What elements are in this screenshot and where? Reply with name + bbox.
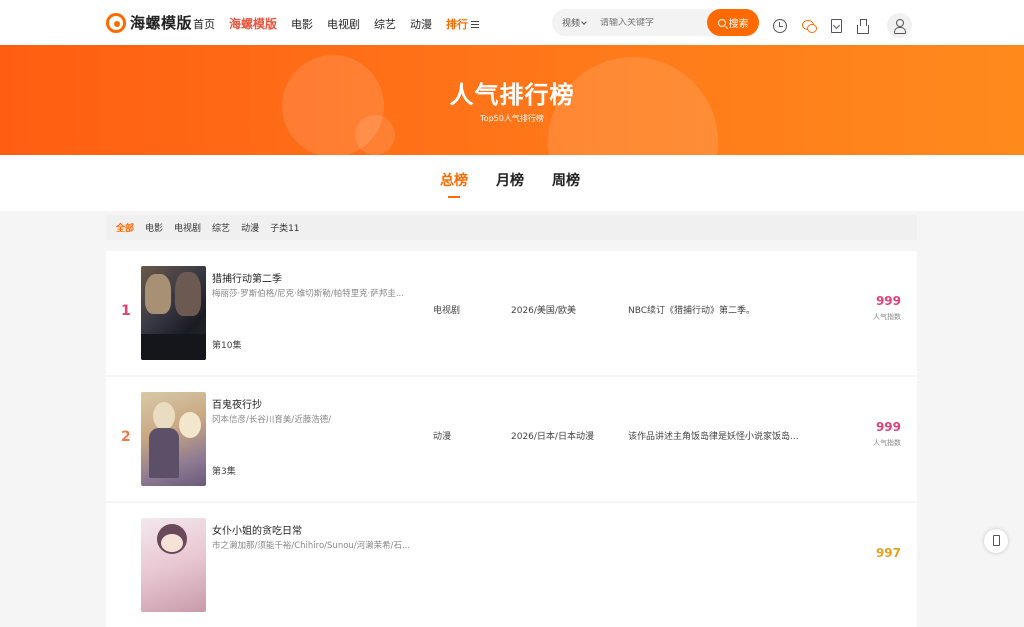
poster-figure — [145, 274, 171, 314]
building-icon[interactable] — [857, 19, 869, 34]
banner-subtitle: Top50人气排行榜 — [480, 114, 544, 123]
popularity-label: 人气指数 — [873, 439, 901, 447]
item-meta: 2026/美国/欧美 — [511, 306, 576, 316]
ranking-row[interactable]: 女仆小姐的贪吃日常 市之濑加那/须能千裕/Chihiro/Sunou/河濑茉希/… — [106, 503, 917, 627]
nav-item-ranking[interactable]: 排行 — [446, 16, 480, 32]
rank-number: 2 — [121, 429, 131, 445]
item-category: 电视剧 — [433, 306, 461, 316]
tab-weekly[interactable]: 周榜 — [552, 170, 580, 190]
logo-icon — [106, 12, 126, 33]
ranking-tabs: 总榜 月榜 周榜 — [440, 170, 580, 198]
category-filter: 全部 电影 电视剧 综艺 动漫 子类11 — [106, 215, 917, 240]
item-description: NBC续订《猎捕行动》第二季。 — [628, 306, 756, 316]
filter-tv[interactable]: 电视剧 — [174, 221, 201, 234]
popularity-label: 人气指数 — [873, 313, 901, 321]
item-category: 动漫 — [433, 432, 452, 442]
poster-caption-band — [141, 334, 206, 360]
clock-icon[interactable] — [773, 18, 787, 33]
nav-item-variety[interactable]: 综艺 — [374, 16, 396, 32]
logo-text: 海螺模版 — [130, 14, 193, 32]
phone-icon — [993, 535, 1000, 546]
tab-monthly[interactable]: 月榜 — [496, 170, 524, 190]
tabs-area: 总榜 月榜 周榜 — [0, 155, 1024, 211]
ranking-row[interactable]: 2 百鬼夜行抄 冈本信彦/长谷川育美/近藤浩德/ 第3集 动漫 2026/日本/… — [106, 377, 917, 501]
ranking-banner: 人气排行榜 Top50人气排行榜 — [0, 45, 1024, 155]
item-cast: 梅丽莎·罗斯伯格/尼克·维切斯勒/帕特里克·萨邦圭... — [212, 289, 404, 299]
popularity-score: 997 — [875, 546, 901, 560]
menu-icon — [471, 21, 480, 28]
item-cast: 冈本信彦/长谷川育美/近藤浩德/ — [212, 415, 332, 425]
poster-image[interactable] — [141, 266, 206, 360]
poster-figure — [149, 428, 179, 478]
header-icons — [773, 13, 912, 38]
tab-overall[interactable]: 总榜 — [440, 170, 468, 198]
item-cast: 市之濑加那/须能千裕/Chihiro/Sunou/河濑茉希/石... — [212, 541, 411, 551]
popularity-score: 999 — [875, 420, 901, 434]
popularity-score: 999 — [875, 294, 901, 308]
banner-title: 人气排行榜 — [449, 81, 575, 109]
poster-figure — [161, 534, 183, 552]
item-title[interactable]: 猎捕行动第二季 — [212, 270, 282, 285]
item-title[interactable]: 百鬼夜行抄 — [212, 396, 262, 411]
ranking-row[interactable]: 1 猎捕行动第二季 梅丽莎·罗斯伯格/尼克·维切斯勒/帕特里克·萨邦圭... 第… — [106, 251, 917, 375]
bookmark-icon[interactable] — [831, 18, 842, 33]
nav-item-movies[interactable]: 电影 — [291, 16, 313, 32]
item-description: 该作品讲述主角饭岛律是妖怪小说家饭岛... — [628, 432, 799, 442]
nav-item-tv[interactable]: 电视剧 — [327, 16, 360, 32]
user-icon[interactable] — [887, 13, 912, 38]
main-nav: 首页 海螺模版 电影 电视剧 综艺 动漫 排行 — [193, 15, 480, 32]
item-meta: 2026/日本/日本动漫 — [511, 432, 594, 442]
item-episode: 第10集 — [212, 341, 242, 351]
search-button-label: 搜索 — [728, 19, 749, 30]
search-input[interactable] — [600, 17, 700, 28]
filter-variety[interactable]: 综艺 — [212, 221, 230, 234]
rank-number: 1 — [121, 303, 131, 319]
filter-anime[interactable]: 动漫 — [241, 221, 259, 234]
nav-item-home[interactable]: 首页 — [193, 16, 215, 32]
filter-movies[interactable]: 电影 — [145, 221, 163, 234]
search-type-label: 视频 — [562, 19, 581, 29]
poster-image[interactable] — [141, 392, 206, 486]
wechat-icon[interactable] — [802, 19, 817, 33]
poster-figure — [153, 402, 175, 430]
chevron-down-icon — [581, 18, 587, 25]
search-button[interactable]: 搜索 — [707, 9, 759, 36]
poster-figure — [179, 412, 201, 438]
mobile-view-button[interactable] — [984, 529, 1008, 553]
poster-image[interactable] — [141, 518, 206, 612]
nav-item-brand[interactable]: 海螺模版 — [229, 15, 277, 32]
filter-sub11[interactable]: 子类11 — [270, 221, 299, 234]
top-header: 海螺模版 首页 海螺模版 电影 电视剧 综艺 动漫 排行 视频 搜索 — [0, 0, 1024, 45]
nav-item-ranking-label: 排行 — [446, 17, 469, 31]
poster-figure — [175, 272, 201, 316]
search-bar: 视频 搜索 — [552, 9, 759, 36]
item-title[interactable]: 女仆小姐的贪吃日常 — [212, 522, 302, 537]
search-icon — [717, 18, 726, 27]
nav-item-anime[interactable]: 动漫 — [410, 16, 432, 32]
site-logo[interactable]: 海螺模版 — [106, 12, 192, 33]
filter-all[interactable]: 全部 — [116, 221, 134, 234]
search-type-select[interactable]: 视频 — [552, 16, 600, 29]
item-episode: 第3集 — [212, 467, 236, 477]
